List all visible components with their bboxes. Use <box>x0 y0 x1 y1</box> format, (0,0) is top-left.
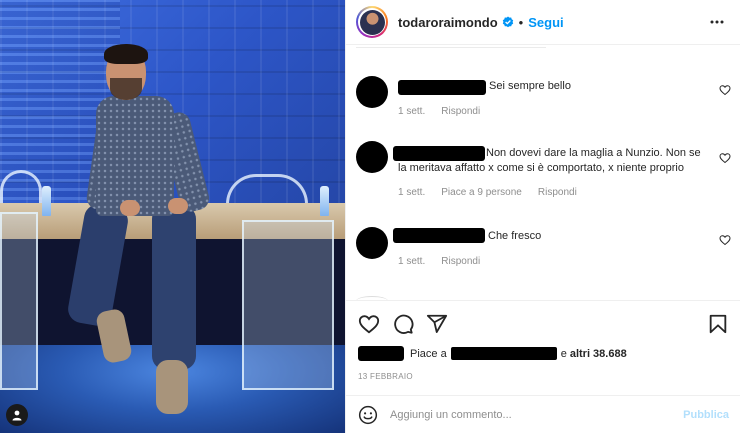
heart-icon[interactable] <box>719 234 731 246</box>
person-beard <box>110 78 142 100</box>
likes-summary[interactable]: Piace a e altri 38.688 <box>358 346 627 361</box>
comment-meta: 1 sett. Rispondi <box>398 106 480 117</box>
person-hand <box>168 198 188 214</box>
clipped-comment <box>356 46 546 48</box>
redacted-username <box>393 146 485 161</box>
author-username[interactable]: todaroraimondo <box>398 15 498 30</box>
reply-button[interactable]: Rispondi <box>538 187 577 198</box>
add-comment-bar: Pubblica <box>346 395 740 433</box>
person-torso <box>96 96 174 216</box>
heart-icon[interactable] <box>719 152 731 164</box>
commenter-avatar[interactable] <box>356 76 388 108</box>
comment-time[interactable]: 1 sett. <box>398 187 425 198</box>
comment-input[interactable] <box>390 408 684 421</box>
publish-button[interactable]: Pubblica <box>683 409 729 421</box>
post-header: todaroraimondo • Segui <box>346 0 740 45</box>
comment-text: Sei sempre bello <box>489 80 571 92</box>
comments-list[interactable]: Sei sempre bello 1 sett. Rispondi Non do… <box>346 46 740 300</box>
comment-text-continued: la meritava affatto x come si è comporta… <box>398 162 684 174</box>
person-hand <box>120 200 140 216</box>
post-photo[interactable] <box>0 0 345 433</box>
likes-count[interactable]: altri 38.688 <box>570 348 627 360</box>
redacted-liker-name <box>450 347 557 360</box>
user-tag-button[interactable] <box>6 404 28 426</box>
plexiglass-podium <box>0 212 38 390</box>
heart-icon[interactable] <box>358 313 380 335</box>
follow-button[interactable]: Segui <box>528 15 563 30</box>
likes-prefix: Piace a <box>410 347 447 360</box>
comment-meta: 1 sett. Piace a 9 persone Rispondi <box>398 187 577 198</box>
likes-connector: e <box>560 347 567 360</box>
comment-time[interactable]: 1 sett. <box>398 256 425 267</box>
post-sidebar: todaroraimondo • Segui Sei sempre bello … <box>345 0 740 433</box>
redacted-username <box>393 228 485 243</box>
author-avatar[interactable] <box>356 6 388 38</box>
person-shoe <box>156 360 188 414</box>
comment-text: Che fresco <box>488 230 542 242</box>
comment-meta: 1 sett. Rispondi <box>398 256 480 267</box>
water-bottle <box>42 186 51 216</box>
user-tag-icon <box>12 410 22 421</box>
reply-button[interactable]: Rispondi <box>441 256 480 267</box>
person-leg <box>152 205 196 370</box>
share-icon[interactable] <box>426 313 448 335</box>
chair-back <box>0 170 42 206</box>
emoji-icon[interactable] <box>358 405 378 425</box>
post-actions-section: Piace a e altri 38.688 13 FEBBRAIO <box>346 300 740 388</box>
comment-likes[interactable]: Piace a 9 persone <box>441 187 522 198</box>
redacted-liker-avatar <box>358 346 404 361</box>
action-bar <box>358 313 448 335</box>
more-options-button[interactable] <box>707 12 727 32</box>
more-options-icon <box>710 20 724 24</box>
comment-time[interactable]: 1 sett. <box>398 106 425 117</box>
reply-button[interactable]: Rispondi <box>441 106 480 117</box>
person-hair <box>104 44 148 64</box>
verified-badge-icon <box>502 16 513 28</box>
redacted-username <box>398 80 486 95</box>
plexiglass-podium <box>242 220 334 390</box>
header-separator: • <box>518 14 524 30</box>
comment-text: Non dovevi dare la maglia a Nunzio. Non … <box>486 147 701 159</box>
commenter-avatar[interactable] <box>356 227 388 259</box>
post-date[interactable]: 13 FEBBRAIO <box>358 372 413 381</box>
heart-icon[interactable] <box>719 84 731 96</box>
bookmark-icon[interactable] <box>707 313 729 335</box>
comment-icon[interactable] <box>392 313 414 335</box>
commenter-avatar[interactable] <box>356 141 388 173</box>
water-bottle <box>320 186 329 216</box>
